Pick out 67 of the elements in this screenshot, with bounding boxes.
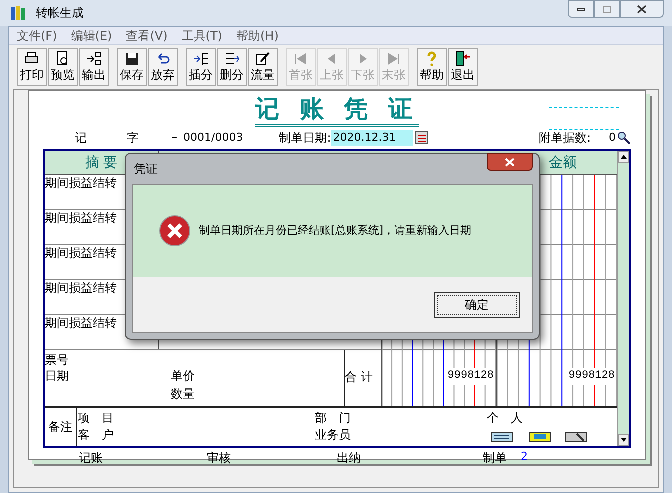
first-icon (293, 51, 309, 67)
toolbar-button[interactable]: 删分 (217, 48, 247, 86)
export-icon (86, 51, 102, 67)
toolbar-button[interactable]: 帮助 (417, 48, 447, 86)
books-icon (10, 5, 28, 21)
type-label: 记 (75, 130, 87, 147)
attachments-count[interactable]: 0 (609, 130, 616, 146)
customer-label: 客 户 (78, 427, 114, 444)
last-icon (386, 51, 402, 67)
menu-item[interactable]: 查看(V) (126, 26, 168, 44)
toolbar-button[interactable]: 保存 (117, 48, 147, 86)
attachments-label: 附单据数: (538, 130, 591, 147)
up-arrow-icon[interactable] (620, 155, 626, 159)
window-title: 转帐生成 (36, 5, 84, 22)
menu-item[interactable]: 文件(F) (17, 26, 58, 44)
total-amount: 9998128 (568, 368, 616, 384)
toolbar-button[interactable]: 输出 (79, 48, 109, 86)
menu-item[interactable]: 编辑(E) (71, 26, 112, 44)
column-header: 金额 (548, 154, 578, 173)
menu-item[interactable]: 帮助(H) (236, 26, 279, 44)
card-icon[interactable] (491, 432, 513, 442)
toolbar-button[interactable]: 插分 (186, 48, 216, 86)
department-label: 部 门 (315, 410, 351, 427)
insert-icon (193, 51, 209, 67)
delete-icon (224, 51, 240, 67)
project-label: 项 目 (78, 410, 114, 427)
menu-item[interactable]: 工具(T) (182, 26, 222, 44)
signature-value: 2 (521, 449, 528, 465)
date-label: 制单日期: (279, 130, 332, 147)
signature-label: 审核 (207, 450, 231, 467)
signature-label: 出纳 (337, 450, 361, 467)
minimize-button[interactable] (568, 0, 594, 18)
card-icon[interactable] (565, 432, 587, 442)
pen-icon (255, 51, 271, 67)
total-label: 合 计 (345, 369, 374, 386)
exit-door-icon (455, 51, 471, 67)
ticket-label: 票号 (45, 352, 69, 368)
close-icon (505, 158, 515, 166)
salesperson-label: 业务员 (315, 427, 351, 444)
signature-label: 制单 (483, 450, 507, 467)
toolbar-button[interactable]: 流量 (248, 48, 278, 86)
search-icon[interactable] (617, 131, 631, 145)
notes-label: 备注 (45, 408, 77, 446)
total-amount: 9998128 (446, 368, 495, 384)
error-icon (159, 215, 191, 247)
calendar-icon[interactable] (415, 131, 430, 145)
down-arrow-icon[interactable] (620, 438, 626, 442)
quantity-label: 数量 (171, 386, 195, 402)
price-label: 单价 (171, 368, 195, 384)
ok-button[interactable]: 确定 (434, 292, 520, 318)
close-button[interactable] (487, 153, 533, 171)
date-field[interactable]: 2020.12.31 (331, 130, 414, 146)
word-label: 字 (127, 130, 139, 147)
toolbar-button[interactable]: 放弃 (148, 48, 178, 86)
card-icon[interactable] (529, 432, 551, 442)
close-button[interactable] (620, 0, 664, 18)
signature-label: 记账 (79, 450, 103, 467)
toolbar-button[interactable]: 退出 (448, 48, 478, 86)
date-label: 日期 (45, 368, 69, 384)
scrollbar[interactable] (617, 151, 629, 446)
person-label: 个 人 (487, 410, 523, 427)
toolbar-button[interactable]: 预览 (48, 48, 78, 86)
error-message: 制单日期所在月份已经结账[总账系统]，请重新输入日期 (199, 222, 472, 239)
voucher-title: 记 账 凭 证 (255, 95, 419, 127)
toolbar-button[interactable]: 打印 (17, 48, 47, 86)
voucher-number: － 0001/0003 (169, 130, 244, 146)
close-icon (637, 4, 647, 14)
